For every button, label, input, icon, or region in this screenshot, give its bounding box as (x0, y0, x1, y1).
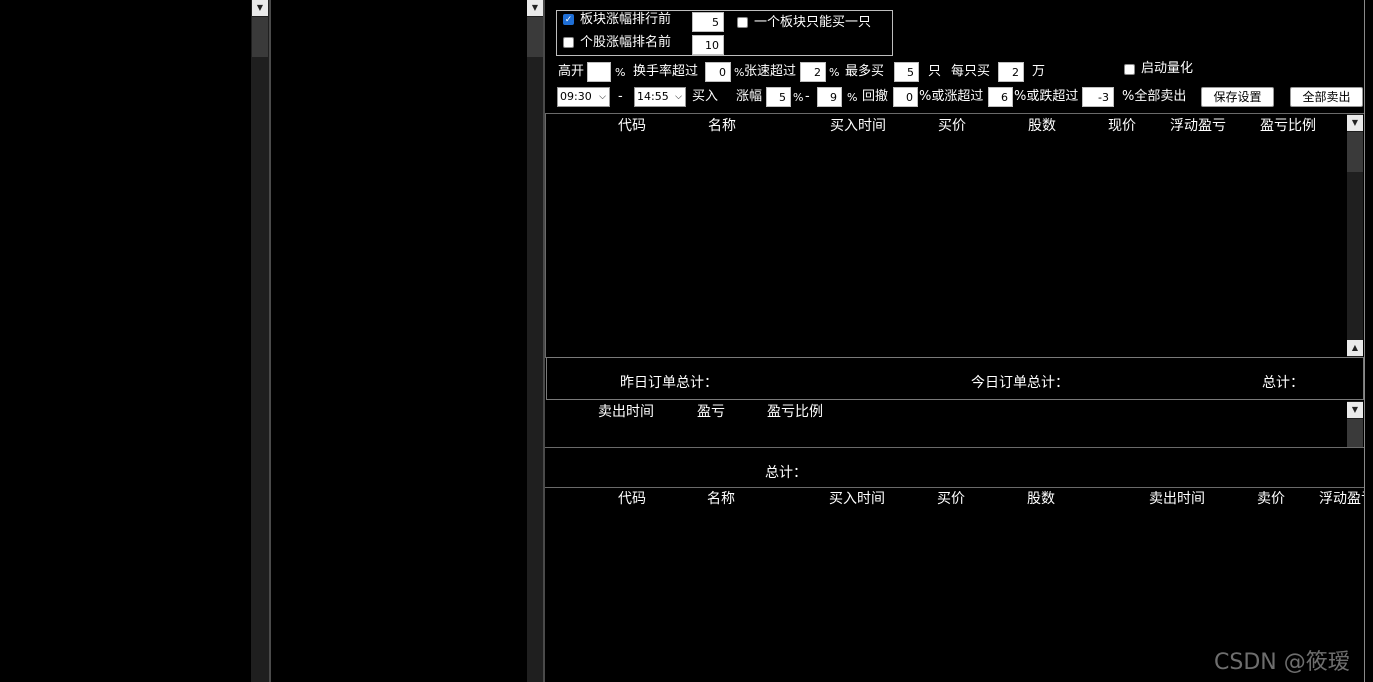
col-header-sell-time[interactable]: 卖出时间 (598, 401, 654, 421)
sector-rank-label: 板块涨幅排行前 (580, 12, 672, 27)
scroll-down-arrow-icon[interactable]: ▼ (527, 0, 543, 16)
yesterday-total-label: 昨日订单总计： (620, 375, 718, 391)
sell-all-pct-label: %全部卖出 (1122, 89, 1187, 104)
scroll-thumb[interactable] (527, 17, 543, 57)
watermark-text: CSDN @筱瑷 (1214, 650, 1350, 675)
sold-table: 卖出时间 盈亏 盈亏比例 (545, 401, 1347, 447)
col-header-current-price[interactable]: 现价 (1108, 115, 1136, 135)
speed-input[interactable]: 2 (800, 62, 826, 82)
col-header-pnl-ratio[interactable]: 盈亏比例 (1260, 115, 1316, 135)
gap-open-label: 高开 (558, 64, 585, 79)
sell-all-button[interactable]: 全部卖出 (1290, 87, 1363, 107)
col-header-sell-time[interactable]: 卖出时间 (1149, 488, 1205, 508)
per-buy-unit: 万 (1032, 64, 1046, 79)
rise-max-unit: % (847, 91, 858, 104)
right-edge-border (1364, 0, 1365, 682)
rise-label: 涨幅 (736, 89, 763, 104)
col-header-shares[interactable]: 股数 (1028, 115, 1056, 135)
buy-label: 买入 (692, 89, 719, 104)
col-header-floating-pnl[interactable]: 浮动盈亏 (1170, 115, 1226, 135)
col-header-floating-pnl[interactable]: 浮动盈亏 (1319, 488, 1365, 508)
speed-unit: % (829, 66, 840, 79)
chevron-down-icon: ⌵ (599, 92, 606, 102)
gap-open-unit: % (615, 66, 626, 79)
rise-range-dash: - (805, 89, 810, 104)
left-pane-scrollbar[interactable]: ▼ (251, 0, 269, 682)
or-rise-label: %或涨超过 (919, 89, 984, 104)
max-buy-label: 最多买 (845, 64, 885, 79)
scroll-thumb[interactable] (1347, 132, 1363, 172)
max-buy-unit: 只 (928, 64, 942, 79)
today-total-label: 今日订单总计： (971, 375, 1069, 391)
speed-label: 张速超过 (744, 64, 797, 79)
col-header-pnl-ratio[interactable]: 盈亏比例 (767, 401, 823, 421)
start-time-value: 09:30 (560, 90, 592, 103)
sold-bottom-border (545, 447, 1365, 448)
per-buy-label: 每只买 (951, 64, 991, 79)
col-header-buy-time[interactable]: 买入时间 (829, 488, 885, 508)
turnover-input[interactable]: 0 (705, 62, 731, 82)
scroll-down-arrow-icon[interactable]: ▼ (252, 0, 268, 16)
time-range-dash: - (618, 89, 623, 104)
or-rise-input[interactable]: 6 (988, 87, 1013, 107)
start-time-select[interactable]: 09:30 ⌵ (557, 87, 610, 107)
col-header-buy-price[interactable]: 买价 (938, 115, 966, 135)
stock-rank-label: 个股涨幅排名前 (580, 35, 672, 50)
turnover-unit: % (734, 66, 745, 79)
end-time-value: 14:55 (637, 90, 669, 103)
scroll-thumb[interactable] (252, 17, 268, 57)
stock-rank-input[interactable]: 10 (692, 35, 724, 55)
col-header-code[interactable]: 代码 (618, 115, 646, 135)
sector-rank-input[interactable]: 5 (692, 12, 724, 32)
pullback-input[interactable]: 0 (893, 87, 918, 107)
rise-min-input[interactable]: 5 (766, 87, 791, 107)
col-header-buy-time[interactable]: 买入时间 (830, 115, 886, 135)
gap-open-input[interactable] (587, 62, 611, 82)
max-buy-input[interactable]: 5 (894, 62, 919, 82)
rise-min-unit: % (793, 91, 804, 104)
scroll-down-arrow-icon[interactable]: ▼ (1347, 402, 1363, 418)
stock-rank-checkbox[interactable] (563, 37, 574, 48)
end-time-select[interactable]: 14:55 ⌵ (634, 87, 686, 107)
scroll-up-arrow-icon[interactable]: ▲ (1347, 340, 1363, 356)
one-per-sector-label: 一个板块只能买一只 (754, 15, 872, 30)
chevron-down-icon: ⌵ (675, 92, 682, 102)
sold-total-label: 总计： (765, 465, 807, 481)
holdings-table: 代码 名称 买入时间 买价 股数 现价 浮动盈亏 盈亏比例 (546, 114, 1346, 357)
col-header-code[interactable]: 代码 (618, 488, 646, 508)
col-header-name[interactable]: 名称 (708, 115, 736, 135)
col-header-buy-price[interactable]: 买价 (937, 488, 965, 508)
one-per-sector-checkbox[interactable] (737, 17, 748, 28)
sector-rank-checkbox[interactable]: ✓ (563, 14, 574, 25)
turnover-label: 换手率超过 (633, 64, 699, 79)
sold-scrollbar[interactable]: ▼ (1347, 401, 1363, 447)
enable-quant-checkbox[interactable] (1124, 64, 1135, 75)
col-header-shares[interactable]: 股数 (1027, 488, 1055, 508)
scroll-thumb[interactable] (1347, 419, 1363, 447)
col-header-name[interactable]: 名称 (707, 488, 735, 508)
scroll-down-arrow-icon[interactable]: ▼ (1347, 115, 1363, 131)
enable-quant-label: 启动量化 (1141, 61, 1194, 76)
holdings-scrollbar[interactable]: ▼ ▲ (1347, 114, 1363, 357)
pullback-label: 回撤 (862, 89, 889, 104)
middle-pane-scrollbar[interactable]: ▼ (527, 0, 543, 682)
or-fall-input[interactable]: -3 (1082, 87, 1114, 107)
or-fall-label: %或跌超过 (1014, 89, 1079, 104)
col-header-pnl[interactable]: 盈亏 (697, 401, 725, 421)
save-settings-button[interactable]: 保存设置 (1201, 87, 1274, 107)
left-pane (0, 0, 251, 682)
grand-total-label: 总计： (1262, 375, 1304, 391)
middle-pane (271, 0, 527, 682)
rise-max-input[interactable]: 9 (817, 87, 842, 107)
col-header-sell-price[interactable]: 卖价 (1257, 488, 1285, 508)
per-buy-input[interactable]: 2 (998, 62, 1024, 82)
